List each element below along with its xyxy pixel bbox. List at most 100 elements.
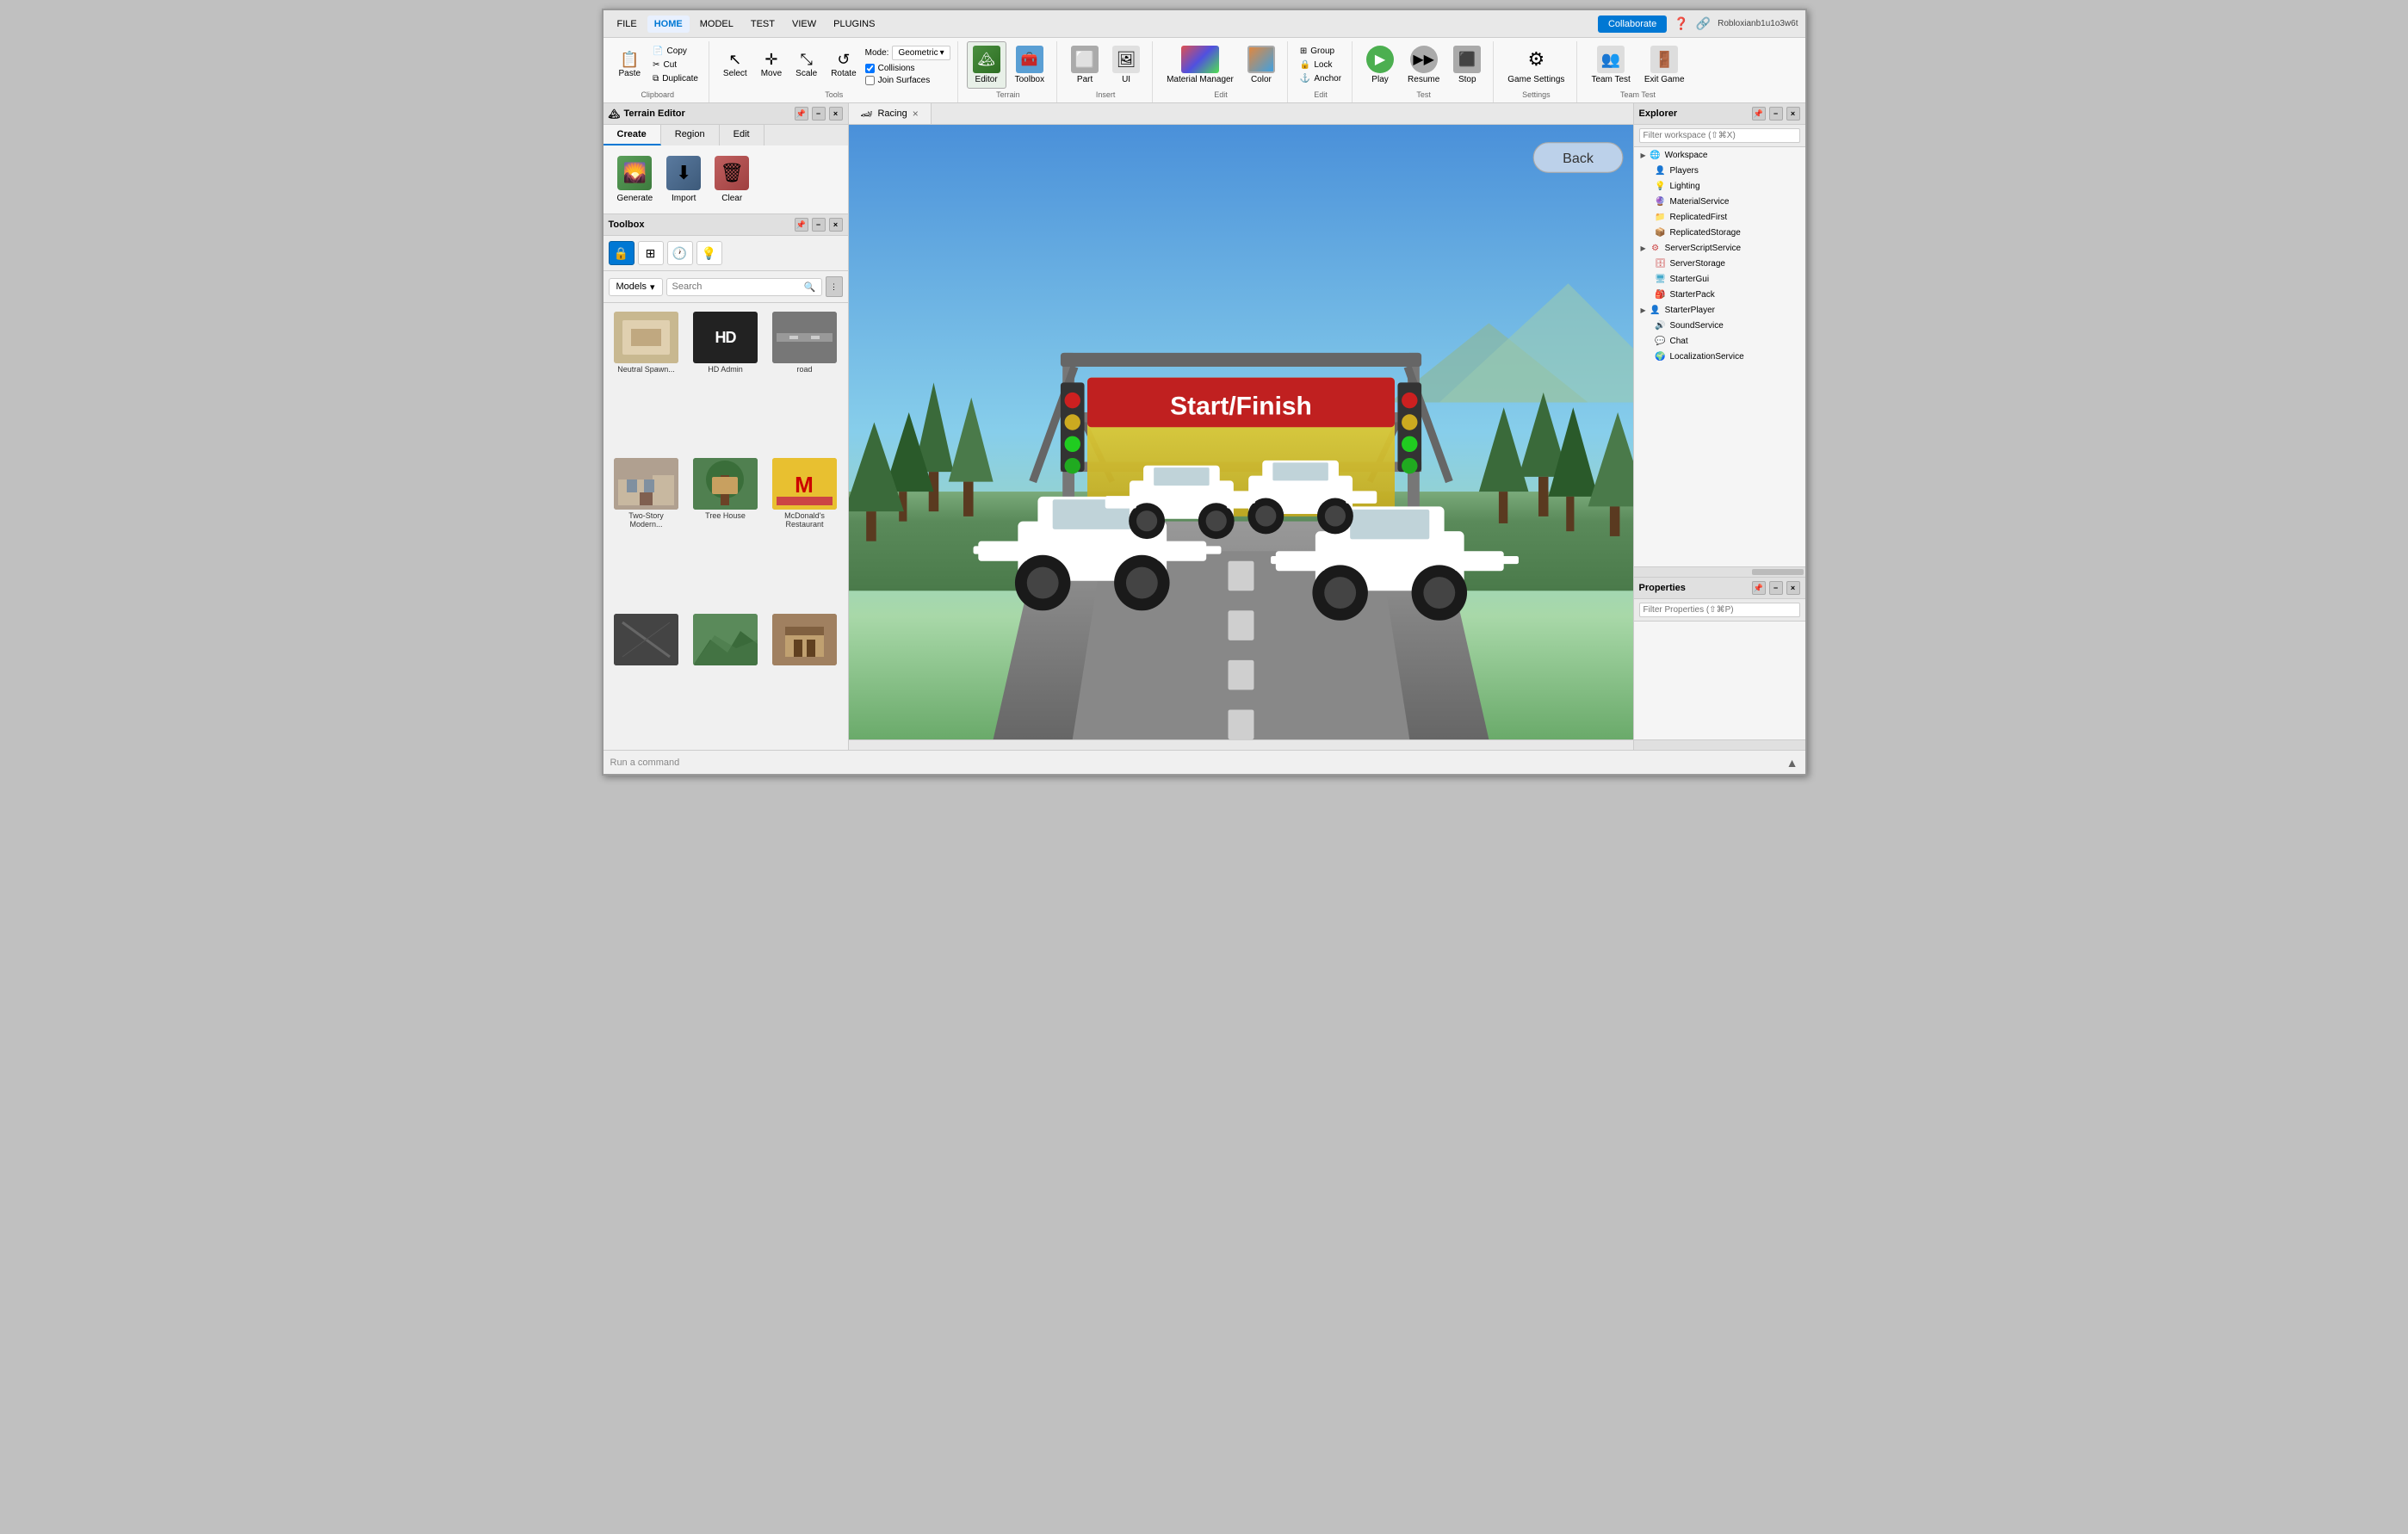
ui-button[interactable]: 🖼 UI: [1107, 42, 1145, 88]
viewport-scrollbar-horizontal[interactable]: [849, 739, 1633, 750]
material-icon: 🔮: [1655, 195, 1667, 207]
terrain-tab-region[interactable]: Region: [661, 125, 720, 145]
toolbox-tab-lock[interactable]: 🔒: [609, 241, 634, 265]
explorer-filter-input[interactable]: [1639, 128, 1800, 143]
list-item[interactable]: HD HD Admin: [688, 308, 764, 451]
list-item[interactable]: Neutral Spawn...: [609, 308, 684, 451]
explorer-players-item[interactable]: 👤 Players: [1634, 163, 1805, 178]
explorer-close[interactable]: ×: [1786, 107, 1800, 121]
game-settings-button[interactable]: ⚙ Game Settings: [1502, 42, 1569, 88]
list-item[interactable]: [688, 610, 764, 745]
explorer-localization-item[interactable]: 🌍 LocalizationService: [1634, 349, 1805, 364]
resume-button[interactable]: ▶▶ Resume: [1402, 42, 1445, 88]
help-icon[interactable]: ❓: [1674, 16, 1688, 31]
explorer-server-script-item[interactable]: ▶ ⚙ ServerScriptService: [1634, 240, 1805, 256]
terrain-clear-tool[interactable]: 🗑 Clear: [715, 156, 749, 203]
terrain-toolbox-button[interactable]: 🧰 Toolbox: [1010, 42, 1049, 88]
material-manager-button[interactable]: Material Manager: [1161, 42, 1239, 88]
list-item[interactable]: Two-Story Modern...: [609, 455, 684, 606]
collisions-checkbox[interactable]: [865, 64, 875, 73]
command-prompt[interactable]: Run a command: [610, 758, 680, 768]
explorer-material-item[interactable]: 🔮 MaterialService: [1634, 194, 1805, 209]
toolbox-category-dropdown[interactable]: Models ▾: [609, 278, 663, 296]
toolbox-search-box[interactable]: 🔍: [666, 278, 822, 296]
toolbox-tab-grid[interactable]: ⊞: [638, 241, 664, 265]
explorer-sound-service-item[interactable]: 🔊 SoundService: [1634, 318, 1805, 333]
explorer-starter-player-item[interactable]: ▶ 👤 StarterPlayer: [1634, 302, 1805, 318]
explorer-starter-gui-item[interactable]: 🖥 StarterGui: [1634, 271, 1805, 287]
stop-button[interactable]: ⬛ Stop: [1448, 42, 1486, 88]
toolbox-settings-icon[interactable]: ⋮: [826, 276, 843, 297]
team-test-button[interactable]: 👥 Team Test: [1586, 42, 1635, 88]
menu-plugins[interactable]: PLUGINS: [826, 15, 882, 33]
collaborate-button[interactable]: Collaborate: [1598, 15, 1667, 33]
test-label: Test: [1361, 90, 1486, 99]
explorer-scrollbar-horizontal[interactable]: [1634, 566, 1805, 577]
mode-dropdown[interactable]: Geometric ▾: [892, 46, 950, 60]
cut-button[interactable]: ✂ Cut: [649, 59, 702, 71]
toolbox-search-input[interactable]: [672, 281, 801, 292]
join-surfaces-checkbox[interactable]: [865, 76, 875, 85]
list-item[interactable]: M McDonald's Restaurant: [767, 455, 843, 606]
play-button[interactable]: ▶ Play: [1361, 42, 1399, 88]
terrain-import-tool[interactable]: ⬇ Import: [666, 156, 701, 203]
lock-button[interactable]: 🔒 Lock: [1297, 59, 1345, 71]
explorer-lighting-item[interactable]: 💡 Lighting: [1634, 178, 1805, 194]
list-item[interactable]: road: [767, 308, 843, 451]
explorer-replicated-storage-item[interactable]: 📦 ReplicatedStorage: [1634, 225, 1805, 240]
color-button[interactable]: Color: [1242, 42, 1280, 88]
exit-game-button[interactable]: 🚪 Exit Game: [1639, 42, 1690, 88]
rotate-button[interactable]: ↺ Rotate: [826, 48, 861, 82]
racing-tab-close[interactable]: ×: [913, 108, 919, 120]
copy-button[interactable]: 📄 Copy: [649, 45, 702, 58]
list-item[interactable]: [767, 610, 843, 745]
workspace-expander[interactable]: ▶: [1641, 152, 1646, 159]
terrain-tab-edit[interactable]: Edit: [720, 125, 764, 145]
part-button[interactable]: ⬜ Part: [1066, 42, 1104, 88]
explorer-workspace-item[interactable]: ▶ 🌐 Workspace: [1634, 147, 1805, 163]
terrain-panel-close[interactable]: ×: [829, 107, 843, 121]
properties-pin[interactable]: 📌: [1752, 581, 1766, 595]
explorer-chat-item[interactable]: 💬 Chat: [1634, 333, 1805, 349]
scale-button[interactable]: ⤡ Scale: [790, 48, 822, 82]
explorer-minimize[interactable]: −: [1769, 107, 1783, 121]
terrain-panel-pin[interactable]: 📌: [795, 107, 808, 121]
menu-view[interactable]: VIEW: [785, 15, 823, 33]
duplicate-button[interactable]: ⧉ Duplicate: [649, 72, 702, 85]
expand-icon[interactable]: ▲: [1786, 756, 1798, 770]
terrain-editor-button[interactable]: 🏔 Editor: [967, 41, 1006, 89]
menu-model[interactable]: MODEL: [693, 15, 740, 33]
list-item[interactable]: Tree House: [688, 455, 764, 606]
starter-player-expander[interactable]: ▶: [1641, 306, 1646, 314]
anchor-button[interactable]: ⚓ Anchor: [1297, 72, 1345, 85]
toolbox-tab-clock[interactable]: 🕐: [667, 241, 693, 265]
explorer-replicated-first-item[interactable]: 📁 ReplicatedFirst: [1634, 209, 1805, 225]
menu-test[interactable]: TEST: [744, 15, 782, 33]
terrain-panel-minimize[interactable]: −: [812, 107, 826, 121]
server-script-expander[interactable]: ▶: [1641, 244, 1646, 252]
properties-minimize[interactable]: −: [1769, 581, 1783, 595]
select-button[interactable]: ↖ Select: [718, 48, 752, 82]
properties-filter-input[interactable]: [1639, 603, 1800, 617]
move-button[interactable]: ✛ Move: [756, 48, 787, 82]
terrain-generate-tool[interactable]: 🌄 Generate: [617, 156, 653, 203]
racing-tab[interactable]: 🏎 Racing ×: [849, 103, 932, 124]
explorer-scrollbar-thumb[interactable]: [1752, 569, 1804, 575]
toolbox-panel-minimize[interactable]: −: [812, 218, 826, 232]
explorer-server-storage-item[interactable]: 🗄 ServerStorage: [1634, 256, 1805, 271]
list-item[interactable]: [609, 610, 684, 745]
toolbox-tab-bulb[interactable]: 💡: [696, 241, 722, 265]
group-button[interactable]: ⊞ Group: [1297, 45, 1345, 58]
properties-close[interactable]: ×: [1786, 581, 1800, 595]
menu-file[interactable]: FILE: [610, 15, 644, 33]
properties-scrollbar[interactable]: [1634, 739, 1805, 750]
terrain-tab-create[interactable]: Create: [604, 125, 661, 145]
toolbox-panel-pin[interactable]: 📌: [795, 218, 808, 232]
share-icon[interactable]: 🔗: [1696, 16, 1711, 31]
toolbox-panel-close[interactable]: ×: [829, 218, 843, 232]
paste-button[interactable]: 📋 Paste: [614, 48, 647, 82]
menu-home[interactable]: HOME: [647, 15, 690, 33]
explorer-pin[interactable]: 📌: [1752, 107, 1766, 121]
viewport-canvas[interactable]: Start/Finish: [849, 125, 1633, 739]
explorer-starter-pack-item[interactable]: 🎒 StarterPack: [1634, 287, 1805, 302]
